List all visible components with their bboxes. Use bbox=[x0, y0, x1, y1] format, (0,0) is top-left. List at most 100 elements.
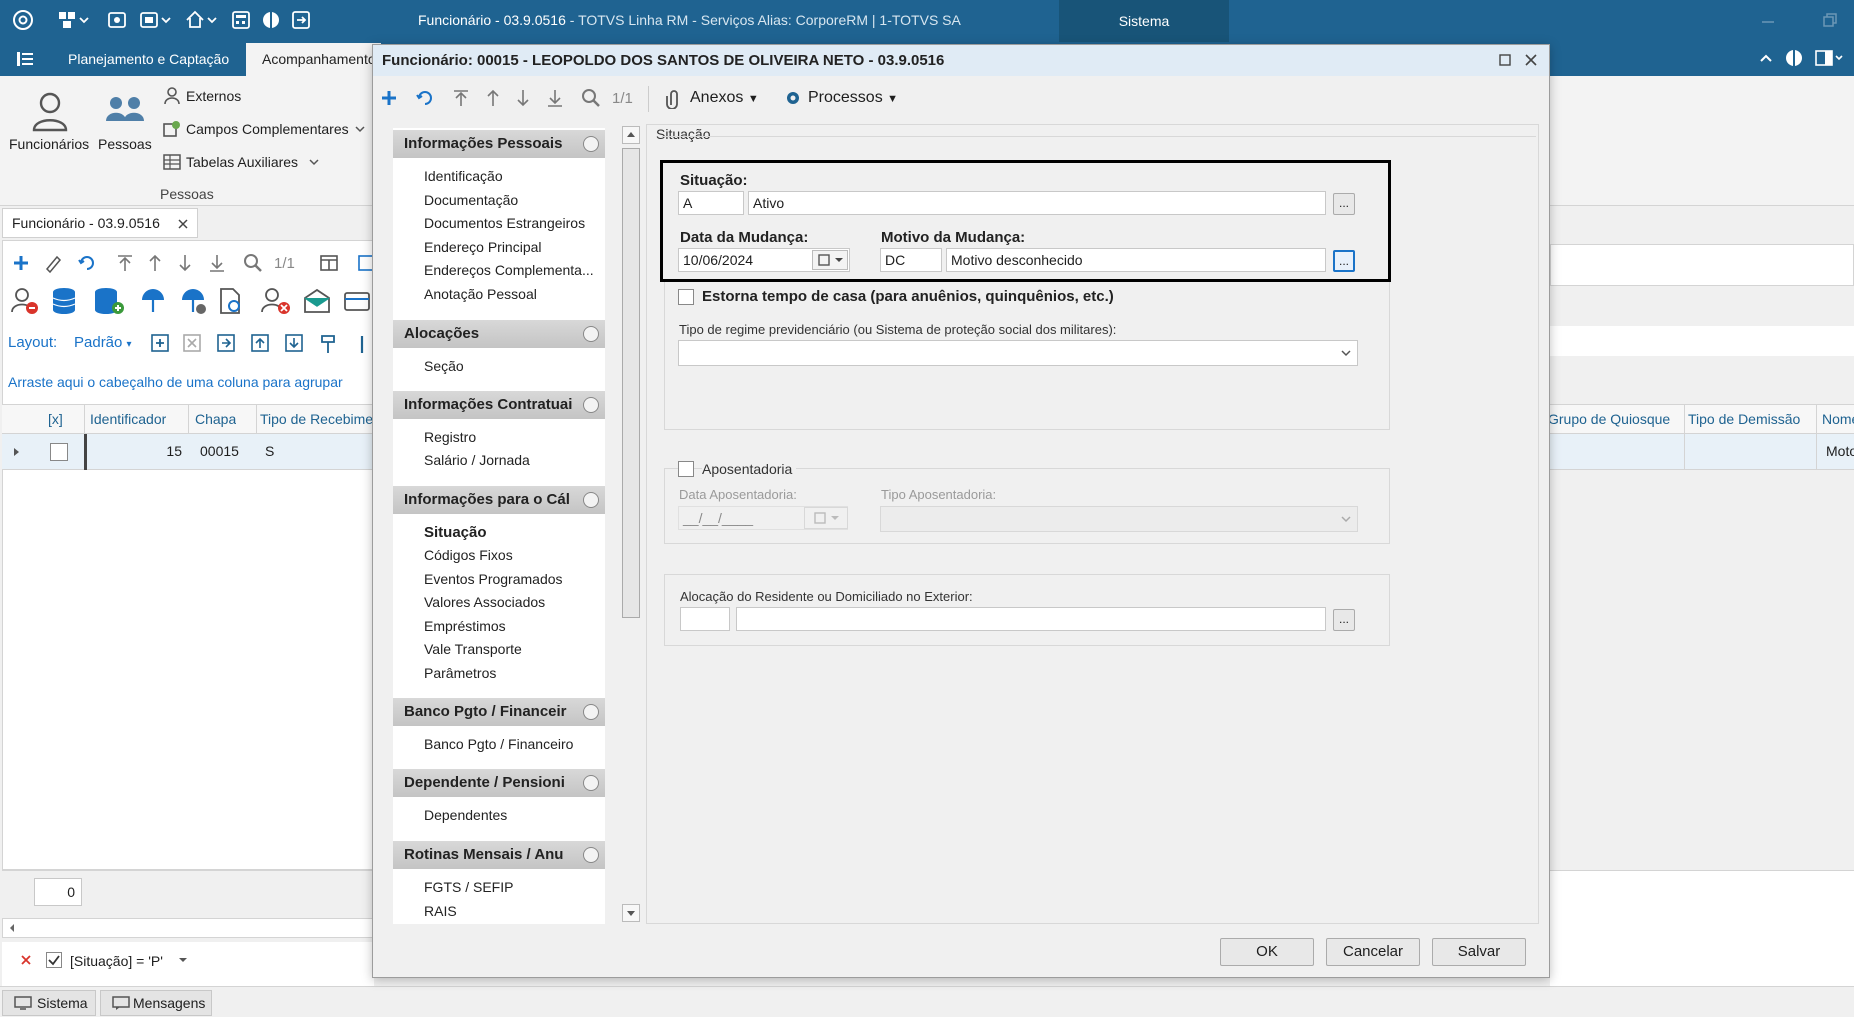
nav-item-documentos-estrangeiros[interactable]: Documentos Estrangeiros bbox=[424, 215, 585, 231]
anexos-menu[interactable]: Anexos ▼ bbox=[690, 89, 759, 107]
situacao-code-field[interactable]: A bbox=[678, 191, 744, 215]
window-menu-icon[interactable] bbox=[138, 8, 172, 32]
nav-header-banco-pgto[interactable]: Banco Pgto / Financeir bbox=[393, 698, 605, 726]
layout-upload-icon[interactable] bbox=[250, 333, 270, 353]
save-button[interactable]: Salvar bbox=[1432, 938, 1526, 966]
nav-item-endereco-principal[interactable]: Endereço Principal bbox=[424, 239, 542, 255]
tab-planejamento[interactable]: Planejamento e Captação bbox=[68, 51, 229, 67]
edit-icon[interactable] bbox=[42, 252, 64, 274]
calendar-dropdown-button[interactable] bbox=[812, 250, 848, 270]
column-header-tipo-demissao[interactable]: Tipo de Demissão bbox=[1688, 411, 1800, 427]
externos-button[interactable]: Externos bbox=[186, 88, 241, 104]
next-record-icon[interactable] bbox=[174, 252, 196, 274]
nav-item-fgts-sefip[interactable]: FGTS / SEFIP bbox=[424, 879, 513, 895]
nav-item-emprestimos[interactable]: Empréstimos bbox=[424, 618, 506, 634]
pin-icon[interactable] bbox=[318, 333, 338, 355]
processos-menu[interactable]: Processos ▼ bbox=[808, 89, 898, 107]
motivo-desc-field[interactable]: Motivo desconhecido bbox=[946, 248, 1326, 272]
nav-header-informacoes-pessoais[interactable]: Informações Pessoais bbox=[393, 130, 605, 158]
filter-dropdown-icon[interactable] bbox=[178, 956, 188, 964]
totvs-logo-icon[interactable] bbox=[12, 8, 34, 32]
hamburger-menu-icon[interactable] bbox=[14, 49, 36, 69]
nav-item-parametros[interactable]: Parâmetros bbox=[424, 665, 496, 681]
nav-item-codigos-fixos[interactable]: Códigos Fixos bbox=[424, 547, 513, 563]
nav-item-eventos-programados[interactable]: Eventos Programados bbox=[424, 571, 563, 587]
layout-delete-icon[interactable] bbox=[182, 333, 202, 353]
calculator-icon[interactable] bbox=[230, 8, 252, 32]
nav-item-dependentes[interactable]: Dependentes bbox=[424, 807, 507, 823]
last-record-icon[interactable] bbox=[206, 252, 228, 274]
add-icon[interactable] bbox=[10, 252, 32, 274]
aposentadoria-checkbox[interactable] bbox=[678, 461, 694, 477]
previous-record-icon[interactable] bbox=[144, 252, 166, 274]
chevron-down-icon[interactable] bbox=[1340, 348, 1352, 358]
previous-record-icon[interactable] bbox=[482, 87, 504, 109]
scroll-left-icon[interactable] bbox=[8, 923, 16, 933]
tab-acompanhamento[interactable]: Acompanhamento bbox=[246, 43, 381, 76]
tipo-aposentadoria-select[interactable] bbox=[880, 506, 1358, 532]
clear-filter-icon[interactable] bbox=[20, 954, 32, 966]
layout-add-icon[interactable] bbox=[150, 333, 170, 353]
layout-select[interactable]: Padrão ▾ bbox=[74, 334, 132, 351]
nav-item-situacao[interactable]: Situação bbox=[424, 524, 487, 541]
search-icon[interactable] bbox=[580, 87, 602, 109]
ok-button[interactable]: OK bbox=[1220, 938, 1314, 966]
column-header-grupo-quiosque[interactable]: Grupo de Quiosque bbox=[1548, 411, 1670, 427]
table-row-right[interactable] bbox=[1550, 434, 1854, 470]
scroll-up-icon[interactable] bbox=[622, 126, 640, 144]
layout-download-icon[interactable] bbox=[284, 333, 304, 353]
row-expand-icon[interactable] bbox=[12, 446, 22, 458]
remove-user-icon[interactable] bbox=[10, 286, 40, 316]
first-record-icon[interactable] bbox=[114, 252, 136, 274]
refresh-icon[interactable] bbox=[414, 87, 436, 109]
scroll-thumb[interactable] bbox=[622, 148, 640, 618]
chevron-down-icon[interactable] bbox=[354, 124, 366, 134]
nav-item-rais[interactable]: RAIS bbox=[424, 903, 457, 919]
nav-header-alocacoes[interactable]: Alocações bbox=[393, 320, 605, 348]
column-header-identificador[interactable]: Identificador bbox=[90, 411, 166, 427]
database-add-icon[interactable] bbox=[92, 286, 126, 316]
alocacao-lookup-button[interactable]: ... bbox=[1333, 609, 1355, 631]
nav-item-vale-transporte[interactable]: Vale Transporte bbox=[424, 641, 522, 657]
nav-item-identificacao[interactable]: Identificação bbox=[424, 168, 503, 184]
umbrella-icon[interactable] bbox=[138, 286, 168, 316]
regime-select[interactable] bbox=[678, 340, 1358, 366]
funcionarios-button[interactable]: Funcionários bbox=[9, 136, 89, 152]
situacao-lookup-button[interactable]: ... bbox=[1333, 193, 1355, 215]
layout-options-icon[interactable] bbox=[1814, 48, 1844, 68]
nav-item-registro[interactable]: Registro bbox=[424, 429, 476, 445]
nav-item-secao[interactable]: Seção bbox=[424, 358, 464, 374]
filter-enable-checkbox[interactable] bbox=[46, 952, 62, 968]
refresh-icon[interactable] bbox=[76, 252, 98, 274]
pin-icon[interactable] bbox=[352, 333, 372, 355]
nav-header-rotinas-mensais[interactable]: Rotinas Mensais / Anu bbox=[393, 841, 605, 869]
horizontal-scrollbar[interactable] bbox=[2, 918, 374, 938]
add-icon[interactable] bbox=[378, 87, 400, 109]
collapse-ribbon-icon[interactable] bbox=[1758, 50, 1774, 66]
chevron-down-icon[interactable] bbox=[308, 157, 320, 167]
doc-tab[interactable]: Funcionário - 03.9.0516 bbox=[2, 208, 198, 238]
layout-save-icon[interactable] bbox=[216, 333, 236, 353]
umbrella-settings-icon[interactable] bbox=[178, 286, 208, 316]
column-header-select[interactable]: [x] bbox=[48, 411, 63, 427]
close-tab-icon[interactable] bbox=[177, 218, 189, 230]
exit-icon[interactable] bbox=[290, 8, 312, 32]
row-checkbox[interactable] bbox=[50, 443, 68, 461]
nav-item-valores-associados[interactable]: Valores Associados bbox=[424, 594, 545, 610]
restore-icon[interactable] bbox=[1822, 12, 1838, 28]
alocacao-code-field[interactable] bbox=[680, 607, 730, 631]
print-icon[interactable] bbox=[106, 8, 128, 32]
sistema-tab[interactable]: Sistema bbox=[1059, 0, 1229, 42]
nav-item-salario-jornada[interactable]: Salário / Jornada bbox=[424, 452, 530, 468]
maximize-icon[interactable] bbox=[1498, 53, 1512, 67]
nav-header-informacoes-contratuais[interactable]: Informações Contratuai bbox=[393, 391, 605, 419]
next-record-icon[interactable] bbox=[512, 87, 534, 109]
scroll-down-icon[interactable] bbox=[622, 904, 640, 922]
minimize-icon[interactable] bbox=[1760, 12, 1776, 28]
column-header-tipo[interactable]: Tipo de Recebime bbox=[260, 411, 372, 427]
pessoas-button[interactable]: Pessoas bbox=[98, 136, 152, 152]
nav-item-enderecos-complementares[interactable]: Endereços Complementa... bbox=[424, 262, 594, 278]
cancel-button[interactable]: Cancelar bbox=[1326, 938, 1420, 966]
motivo-code-field[interactable]: DC bbox=[880, 248, 942, 272]
help-globe-icon[interactable] bbox=[260, 8, 282, 32]
